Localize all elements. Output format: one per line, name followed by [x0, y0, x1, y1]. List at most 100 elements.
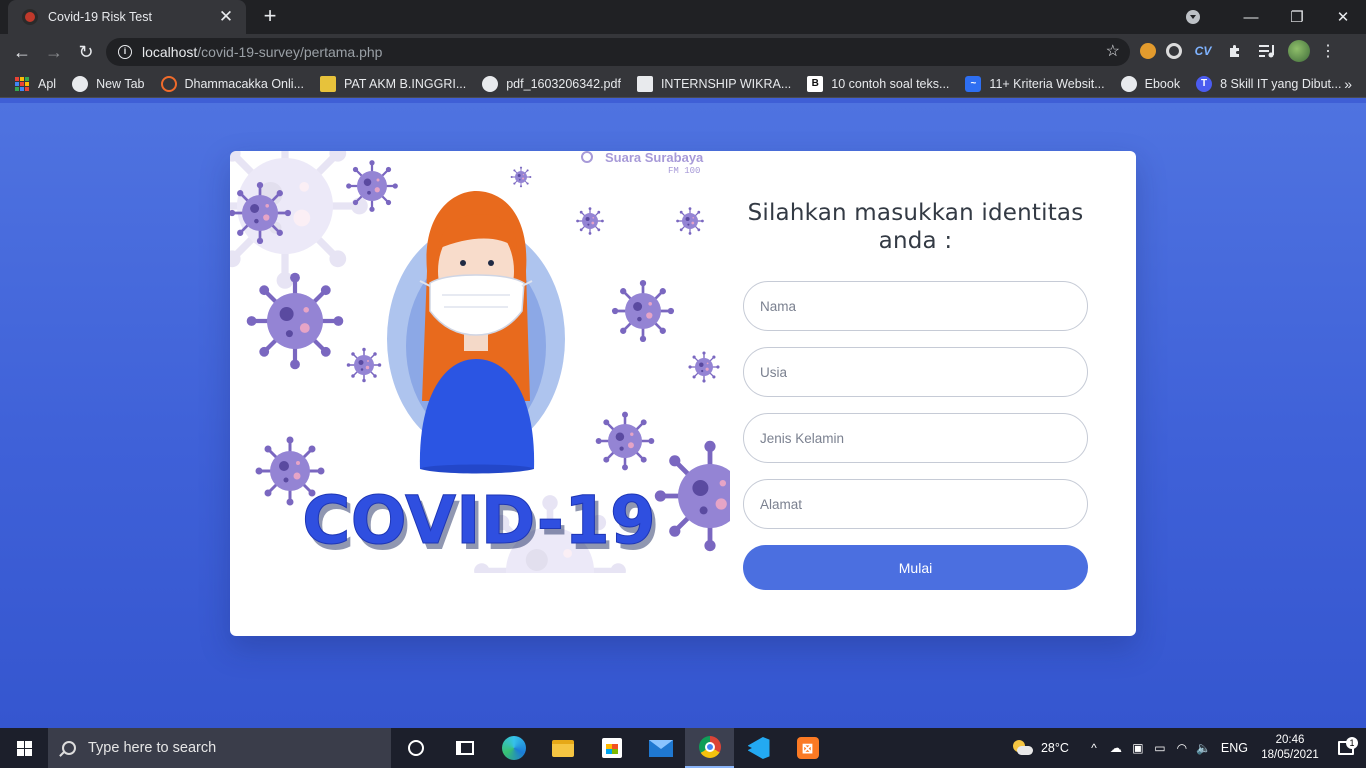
chevron-up-icon[interactable]: ^	[1083, 741, 1105, 755]
browser-toolbar: ← → ↻ i localhost /covid-19-survey/perta…	[0, 34, 1366, 70]
bookmark-internship[interactable]: INTERNSHIP WIKRA...	[636, 75, 792, 92]
bookmark-ebook[interactable]: Ebook	[1120, 75, 1181, 92]
bookmark-label: INTERNSHIP WIKRA...	[660, 76, 792, 91]
bookmark-contoh-soal[interactable]: B 10 contoh soal teks...	[807, 75, 950, 92]
address-field[interactable]	[743, 479, 1088, 529]
bookmark-label: 8 Skill IT yang Dibut...	[1220, 76, 1342, 91]
image-icon	[319, 75, 336, 92]
clock[interactable]: 20:46 18/05/2021	[1254, 733, 1326, 763]
minimize-button[interactable]: —	[1228, 9, 1274, 26]
maximize-button[interactable]: ❐	[1274, 8, 1320, 26]
covid-illustration: Suara Surabaya FM 100 COVID-19 COVID-19	[230, 151, 730, 573]
globe-icon	[72, 75, 89, 92]
dharma-wheel-icon	[160, 75, 177, 92]
bookmark-label: Apl	[38, 76, 57, 91]
bookmarks-bar: Apl New Tab Dhammacakka Onli... PAT AKM …	[0, 70, 1366, 98]
bookmark-kriteria[interactable]: ~ 11+ Kriteria Websit...	[965, 75, 1105, 92]
vscode-button[interactable]	[734, 728, 783, 768]
bookmark-pat-akm[interactable]: PAT AKM B.INGGRI...	[319, 75, 467, 92]
page-background: Suara Surabaya FM 100 COVID-19 COVID-19 …	[0, 103, 1366, 728]
bookmarks-overflow-icon[interactable]: »	[1344, 76, 1352, 92]
wifi-icon[interactable]: ◠	[1171, 741, 1193, 755]
chrome-button[interactable]	[685, 728, 734, 768]
age-field[interactable]	[743, 347, 1088, 397]
cortana-button[interactable]	[391, 728, 440, 768]
xampp-button[interactable]: ⊠	[783, 728, 832, 768]
name-field[interactable]	[743, 281, 1088, 331]
ext-icon-1[interactable]	[1140, 43, 1156, 59]
store-icon	[601, 738, 622, 758]
tab-search-icon[interactable]	[1186, 10, 1200, 24]
tab-title: Covid-19 Risk Test	[48, 10, 152, 24]
chart-icon: ~	[965, 75, 982, 92]
board-icon	[636, 75, 653, 92]
taskbar-search[interactable]: Type here to search	[48, 728, 391, 768]
notification-button[interactable]: 1	[1326, 737, 1366, 755]
media-icon[interactable]	[1256, 40, 1278, 62]
bookmark-label: Ebook	[1144, 76, 1181, 91]
bookmark-pdf[interactable]: pdf_1603206342.pdf	[482, 75, 621, 92]
folder-icon	[551, 739, 574, 757]
ext-icon-2[interactable]	[1166, 43, 1182, 59]
vscode-icon	[747, 737, 770, 759]
windows-logo-icon	[16, 740, 32, 756]
bookmark-apps[interactable]: Apl	[14, 76, 56, 92]
menu-kebab-icon[interactable]: ⋮	[1320, 41, 1336, 61]
globe-icon	[482, 75, 499, 92]
bookmark-label: pdf_1603206342.pdf	[506, 76, 621, 91]
bookmark-skill-it[interactable]: T 8 Skill IT yang Dibut...	[1196, 75, 1342, 92]
tab-favicon-icon	[22, 9, 38, 25]
extensions-area: CV ⋮	[1140, 40, 1336, 62]
address-bar[interactable]: i localhost /covid-19-survey/pertama.php…	[106, 38, 1130, 66]
close-window-button[interactable]: ✕	[1320, 8, 1366, 26]
cv-extension-icon[interactable]: CV	[1192, 40, 1214, 62]
onedrive-icon[interactable]: ☁	[1105, 741, 1127, 755]
store-button[interactable]	[587, 728, 636, 768]
globe-icon	[1120, 75, 1137, 92]
edge-button[interactable]	[489, 728, 538, 768]
reload-button[interactable]: ↻	[74, 40, 98, 64]
back-button[interactable]: ←	[10, 40, 34, 64]
chrome-icon	[698, 736, 721, 758]
task-view-button[interactable]	[440, 728, 489, 768]
volume-icon[interactable]: 🔈	[1193, 741, 1215, 755]
cortana-icon	[407, 740, 424, 756]
bookmark-star-icon[interactable]: ☆	[1106, 41, 1120, 61]
profile-avatar[interactable]	[1288, 40, 1310, 62]
mail-button[interactable]	[636, 728, 685, 768]
puzzle-icon[interactable]	[1224, 40, 1246, 62]
bookmark-label: 11+ Kriteria Websit...	[989, 76, 1105, 91]
notification-count: 1	[1346, 737, 1358, 749]
clock-date: 18/05/2021	[1261, 749, 1319, 761]
system-tray: 28°C ^ ☁ ▣ ▭ ◠ 🔈 ENG 20:46 18/05/2021 1	[1011, 728, 1366, 768]
start-button[interactable]	[0, 728, 48, 768]
forward-button[interactable]: →	[42, 40, 66, 64]
search-icon	[62, 741, 76, 755]
language-indicator[interactable]: ENG	[1221, 741, 1248, 755]
weather-temperature[interactable]: 28°C	[1041, 741, 1069, 755]
site-info-icon[interactable]: i	[118, 45, 132, 59]
url-host: localhost	[142, 44, 198, 60]
bookmark-new-tab[interactable]: New Tab	[72, 75, 145, 92]
battery-icon[interactable]: ▭	[1149, 741, 1171, 755]
browser-tab[interactable]: Covid-19 Risk Test ✕	[8, 0, 246, 34]
browser-tab-strip: Covid-19 Risk Test ✕ + — ❐ ✕	[0, 0, 1366, 34]
windows-taskbar: Type here to search ⊠ 28°C ^ ☁ ▣ ▭ ◠ 🔈 E…	[0, 728, 1366, 768]
identity-form: Silahkan masukkan identitas anda : Mulai	[743, 151, 1088, 590]
bookmark-label: 10 contoh soal teks...	[831, 76, 950, 91]
new-tab-button[interactable]: +	[258, 3, 282, 29]
device-icon[interactable]: ▣	[1127, 741, 1149, 755]
task-view-icon	[455, 741, 474, 755]
b-icon: B	[807, 75, 824, 92]
edge-icon	[501, 736, 526, 760]
bookmark-dhammacakka[interactable]: Dhammacakka Onli...	[160, 75, 304, 92]
start-button[interactable]: Mulai	[743, 545, 1088, 590]
gender-field[interactable]	[743, 413, 1088, 463]
weather-icon[interactable]	[1011, 740, 1033, 756]
t-icon: T	[1196, 75, 1213, 92]
bookmark-label: PAT AKM B.INGGRI...	[343, 76, 467, 91]
apps-icon	[14, 76, 30, 92]
bookmark-label: New Tab	[96, 76, 145, 91]
tab-close-icon[interactable]: ✕	[216, 7, 236, 27]
file-explorer-button[interactable]	[538, 728, 587, 768]
